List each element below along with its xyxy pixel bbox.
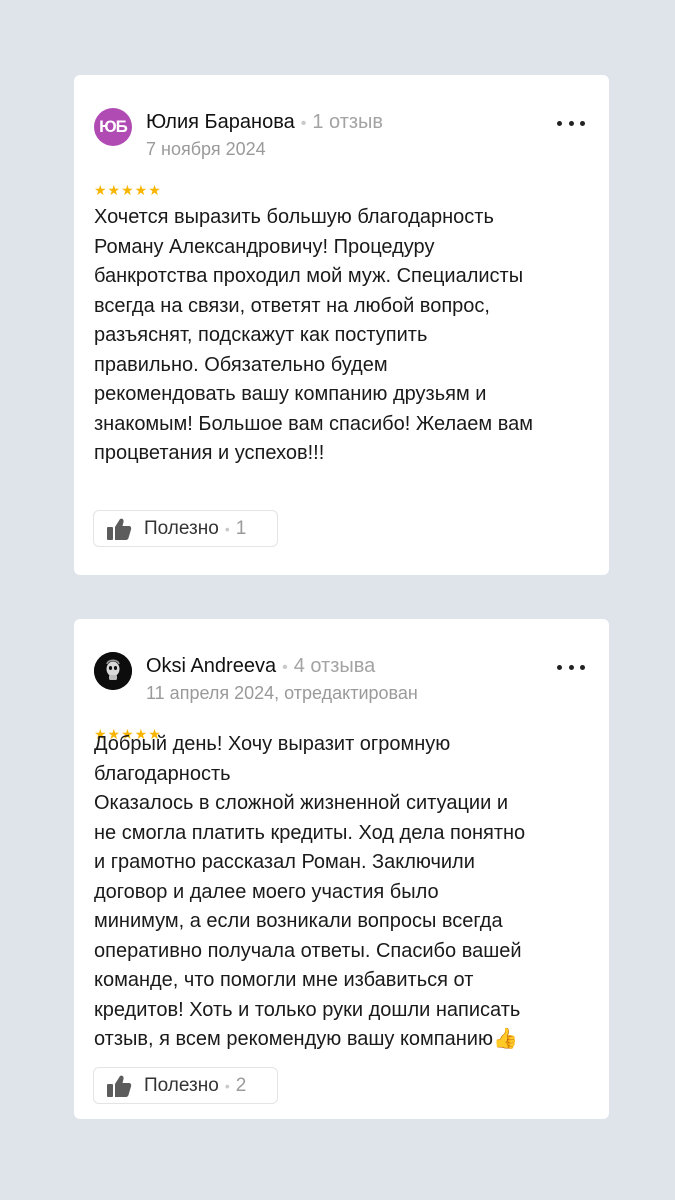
author-line: Oksi Andreeva • 4 отзыва <box>146 655 375 678</box>
separator-dot: • <box>282 659 288 676</box>
helpful-count: 2 <box>235 1074 247 1096</box>
avatar[interactable]: ЮБ <box>94 108 132 146</box>
separator-dot: • <box>224 1077 230 1094</box>
review-card: Oksi Andreeva • 4 отзыва 11 апреля 2024, о… <box>74 619 609 1119</box>
separator-dot: • <box>224 520 230 537</box>
more-options-icon[interactable] <box>557 115 585 131</box>
author-review-count: 4 отзыва <box>293 655 376 677</box>
thumbs-up-icon <box>107 518 132 540</box>
review-date: 11 апреля 2024, отредактирован <box>146 683 418 703</box>
author-review-count: 1 отзыв <box>312 111 384 133</box>
helpful-button[interactable]: Полезно • 1 <box>93 510 278 547</box>
avatar-image <box>94 652 132 690</box>
review-card: ЮБ Юлия Баранова • 1 отзыв 7 ноября 2024 ★… <box>74 75 609 575</box>
helpful-label: Полезно <box>144 1074 219 1096</box>
helpful-label: Полезно <box>144 517 219 539</box>
review-text: Хочется выразить большую благодарность Р… <box>94 206 533 464</box>
review-date: 7 ноября 2024 <box>146 139 266 159</box>
author-name[interactable]: Юлия Баранова <box>146 111 295 133</box>
thumbs-up-icon <box>107 1075 132 1097</box>
helpful-count: 1 <box>235 517 247 539</box>
author-name[interactable]: Oksi Andreeva <box>146 655 276 677</box>
helpful-button[interactable]: Полезно • 2 <box>93 1067 278 1104</box>
more-options-icon[interactable] <box>557 659 585 675</box>
separator-dot: • <box>300 115 307 132</box>
rating-stars: ★★★★★ <box>94 182 162 198</box>
avatar[interactable] <box>94 652 132 690</box>
review-text: Добрый день! Хочу выразит огромную благо… <box>94 733 526 1050</box>
author-line: Юлия Баранова • 1 отзыв <box>146 111 383 134</box>
